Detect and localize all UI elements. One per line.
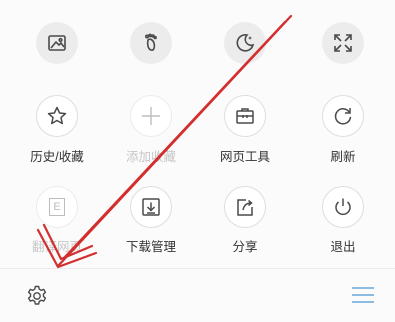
share-label: 分享	[232, 240, 258, 254]
add-favorite-label: 添加收藏	[125, 150, 176, 164]
menu-toggle-button[interactable]	[348, 283, 378, 307]
share-button[interactable]	[224, 186, 266, 228]
share-icon	[234, 196, 256, 218]
hamburger-menu-icon	[350, 285, 376, 305]
footprint-icon	[140, 32, 162, 54]
download-manager-button[interactable]	[130, 186, 172, 228]
download-icon	[140, 196, 162, 218]
night-mode-icon	[234, 32, 256, 54]
settings-button[interactable]	[24, 283, 50, 309]
exit-label: 退出	[330, 240, 356, 254]
translate-icon: E	[49, 198, 65, 216]
translate-page-button[interactable]: E	[36, 186, 78, 228]
toolbox-icon	[234, 105, 256, 127]
plus-icon	[140, 105, 162, 127]
night-mode-button[interactable]	[224, 22, 266, 64]
browser-menu-panel: 历史/收藏 添加收藏 网页工具 刷新 E 翻译网页 下载管理 分享 退出	[0, 0, 395, 322]
add-favorite-button[interactable]	[130, 95, 172, 137]
fullscreen-button[interactable]	[322, 22, 364, 64]
history-favorites-button[interactable]	[36, 95, 78, 137]
translate-glyph: E	[53, 201, 61, 213]
refresh-icon	[332, 105, 354, 127]
web-tools-button[interactable]	[224, 95, 266, 137]
power-icon	[332, 196, 354, 218]
fullscreen-icon	[332, 32, 354, 54]
gear-icon	[25, 284, 49, 308]
exit-button[interactable]	[322, 186, 364, 228]
star-icon	[46, 105, 68, 127]
history-favorites-label: 历史/收藏	[30, 150, 84, 164]
bottom-divider	[0, 268, 395, 269]
refresh-label: 刷新	[330, 150, 356, 164]
refresh-button[interactable]	[322, 95, 364, 137]
image-mode-button[interactable]	[36, 22, 78, 64]
traceless-mode-button[interactable]	[130, 22, 172, 64]
download-manager-label: 下载管理	[125, 240, 176, 254]
translate-page-label: 翻译网页	[31, 240, 82, 254]
image-icon	[46, 32, 68, 54]
web-tools-label: 网页工具	[219, 150, 270, 164]
